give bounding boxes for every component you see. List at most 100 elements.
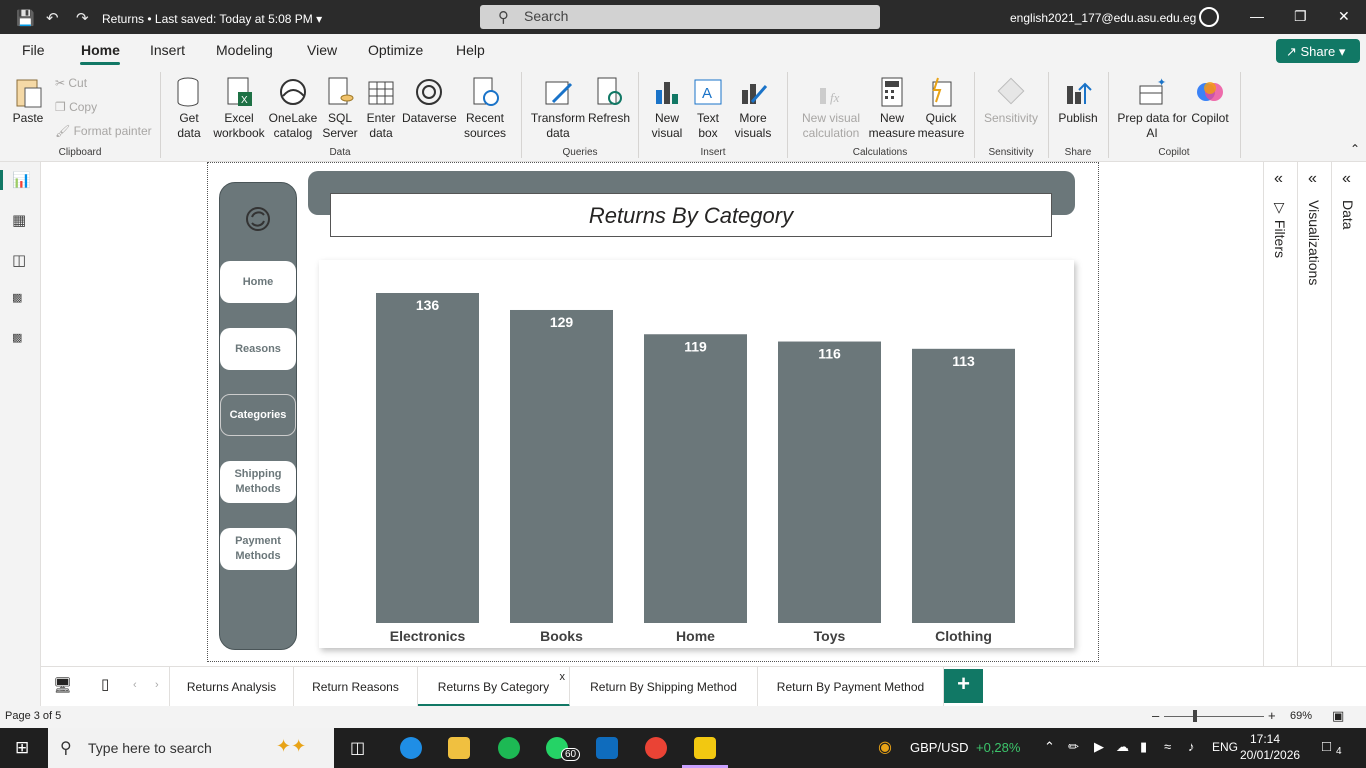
expand-filters-icon[interactable]: « (1274, 170, 1283, 188)
undo-icon[interactable]: ↶ (46, 9, 59, 27)
nav-payment-methods-button[interactable]: Payment Methods (220, 528, 296, 570)
onelake-catalog-button[interactable]: OneLake catalog (266, 76, 320, 141)
outlook-icon[interactable] (596, 737, 618, 759)
quick-measure-button[interactable]: Quick measure (916, 76, 966, 141)
add-page-button[interactable]: + (944, 669, 983, 703)
maximize-icon[interactable]: ❐ (1294, 8, 1307, 25)
menu-view[interactable]: View (307, 42, 337, 58)
tab-returns-analysis[interactable]: Returns Analysis (169, 667, 294, 707)
share-button[interactable]: ↗ Share ▾ (1276, 39, 1360, 63)
menu-optimize[interactable]: Optimize (368, 42, 423, 58)
tmdl-view-icon[interactable]: ▩ (12, 331, 22, 344)
meet-icon[interactable]: ▶ (1094, 739, 1104, 755)
get-data-button[interactable]: Get data (167, 76, 211, 141)
collapse-ribbon-icon[interactable]: ⌃ (1350, 142, 1360, 156)
document-title[interactable]: Returns • Last saved: Today at 5:08 PM ▾ (102, 12, 322, 26)
nav-reasons-button[interactable]: Reasons (220, 328, 296, 370)
new-visual-button[interactable]: New visual (646, 76, 688, 141)
avatar-icon[interactable] (1199, 7, 1219, 27)
data-pane[interactable]: « Data (1332, 162, 1366, 666)
prep-data-for-ai-button[interactable]: ✦ Prep data for AI (1114, 76, 1190, 141)
text-box-button[interactable]: A Text box (690, 76, 726, 141)
nav-categories-button[interactable]: Categories (220, 394, 296, 436)
expand-visualizations-icon[interactable]: « (1308, 170, 1317, 188)
edge-icon[interactable] (400, 737, 422, 759)
menu-home[interactable]: Home (81, 42, 120, 58)
language-indicator[interactable]: ENG (1212, 740, 1238, 754)
model-view-icon[interactable]: ◫ (12, 251, 26, 269)
minimize-icon[interactable]: — (1250, 8, 1264, 24)
notifications-icon[interactable]: □ (1322, 738, 1331, 755)
table-view-icon[interactable]: ▦ (12, 211, 26, 229)
enter-data-button[interactable]: Enter data (362, 76, 400, 141)
show-hidden-icons-icon[interactable]: ⌃ (1044, 739, 1055, 755)
wifi-icon[interactable]: ≈ (1164, 739, 1171, 754)
power-bi-icon[interactable] (694, 737, 716, 759)
pen-icon[interactable]: ✏ (1068, 739, 1079, 755)
menu-help[interactable]: Help (456, 42, 485, 58)
dax-query-view-icon[interactable]: ▩ (12, 291, 22, 304)
zoom-out-icon[interactable]: – (1152, 708, 1159, 723)
bar-home[interactable] (644, 334, 747, 623)
account-email[interactable]: english2021_177@edu.asu.edu.eg (1010, 11, 1196, 25)
fit-to-page-icon[interactable]: ▣ (1332, 708, 1344, 724)
bar-chart-visual[interactable]: 136 Electronics 129 Books 119 Home 116 Toys 113 C… (319, 260, 1074, 648)
copilot-button[interactable]: Copilot (1188, 76, 1232, 126)
redo-icon[interactable]: ↷ (76, 9, 89, 27)
taskbar-search[interactable]: ⚲ Type here to search ✦✦ (48, 728, 334, 768)
bar-toys[interactable] (778, 341, 881, 623)
menu-modeling[interactable]: Modeling (216, 42, 273, 58)
menu-insert[interactable]: Insert (150, 42, 185, 58)
tab-return-by-payment-method[interactable]: Return By Payment Method (758, 667, 944, 707)
bar-electronics[interactable] (376, 293, 479, 623)
save-icon[interactable]: 💾 (16, 9, 35, 27)
menu-file[interactable]: File (22, 42, 45, 58)
clock-time[interactable]: 17:14 (1250, 732, 1280, 746)
close-icon[interactable]: ✕ (1338, 8, 1350, 25)
zoom-slider-thumb[interactable] (1193, 710, 1197, 722)
refresh-button[interactable]: Refresh (588, 76, 630, 126)
report-view-icon[interactable]: 📊 (12, 171, 31, 189)
sensitivity-button[interactable]: Sensitivity (980, 76, 1042, 126)
excel-workbook-button[interactable]: X Excel workbook (210, 76, 268, 141)
visualizations-pane[interactable]: « Visualizations (1298, 162, 1332, 666)
next-page-icon[interactable]: › (155, 679, 159, 691)
prev-page-icon[interactable]: ‹ (133, 679, 137, 691)
spotify-icon[interactable] (498, 737, 520, 759)
dataverse-button[interactable]: Dataverse (402, 76, 457, 126)
nav-home-button[interactable]: Home (220, 261, 296, 303)
transform-data-button[interactable]: Transform data (528, 76, 588, 141)
cut-button[interactable]: ✂ Cut (55, 76, 87, 90)
nav-shipping-methods-button[interactable]: Shipping Methods (220, 461, 296, 503)
desktop-layout-icon[interactable]: 🖥 (53, 676, 72, 694)
chrome-icon[interactable] (645, 737, 667, 759)
windows-start-icon[interactable]: ⊞ (15, 738, 29, 758)
currency-pair[interactable]: GBP/USD (910, 740, 969, 755)
battery-icon[interactable]: ▮ (1140, 739, 1147, 755)
tab-return-reasons[interactable]: Return Reasons (294, 667, 418, 707)
search-box[interactable]: ⚲ Search (480, 5, 880, 29)
stocks-icon[interactable]: ◉ (878, 737, 892, 757)
file-explorer-icon[interactable] (448, 737, 470, 759)
new-visual-calculation-button[interactable]: fx New visual calculation (796, 76, 866, 141)
onedrive-icon[interactable]: ☁ (1116, 739, 1129, 755)
zoom-slider[interactable] (1164, 716, 1264, 717)
expand-data-icon[interactable]: « (1342, 170, 1351, 188)
tab-return-by-shipping-method[interactable]: Return By Shipping Method (570, 667, 758, 707)
paste-button[interactable]: Paste (8, 76, 48, 126)
new-measure-button[interactable]: New measure (868, 76, 916, 141)
bar-books[interactable] (510, 309, 613, 623)
task-view-icon[interactable]: ◫ (350, 738, 365, 758)
more-visuals-button[interactable]: More visuals (728, 76, 778, 141)
filters-pane[interactable]: « ▽ Filters (1264, 162, 1298, 666)
publish-button[interactable]: Publish (1056, 76, 1100, 126)
zoom-in-icon[interactable]: + (1268, 708, 1276, 723)
sql-server-button[interactable]: SQL Server (320, 76, 360, 141)
close-tab-icon[interactable]: x (560, 671, 566, 683)
volume-icon[interactable]: ♪ (1188, 739, 1195, 754)
copy-button[interactable]: ❐ Copy (55, 100, 97, 114)
clock-date[interactable]: 20/01/2026 (1240, 748, 1300, 762)
recent-sources-button[interactable]: Recent sources (458, 76, 512, 141)
mobile-layout-icon[interactable]: ▯ (101, 675, 109, 693)
tab-returns-by-category[interactable]: Returns By Category x (418, 667, 570, 707)
